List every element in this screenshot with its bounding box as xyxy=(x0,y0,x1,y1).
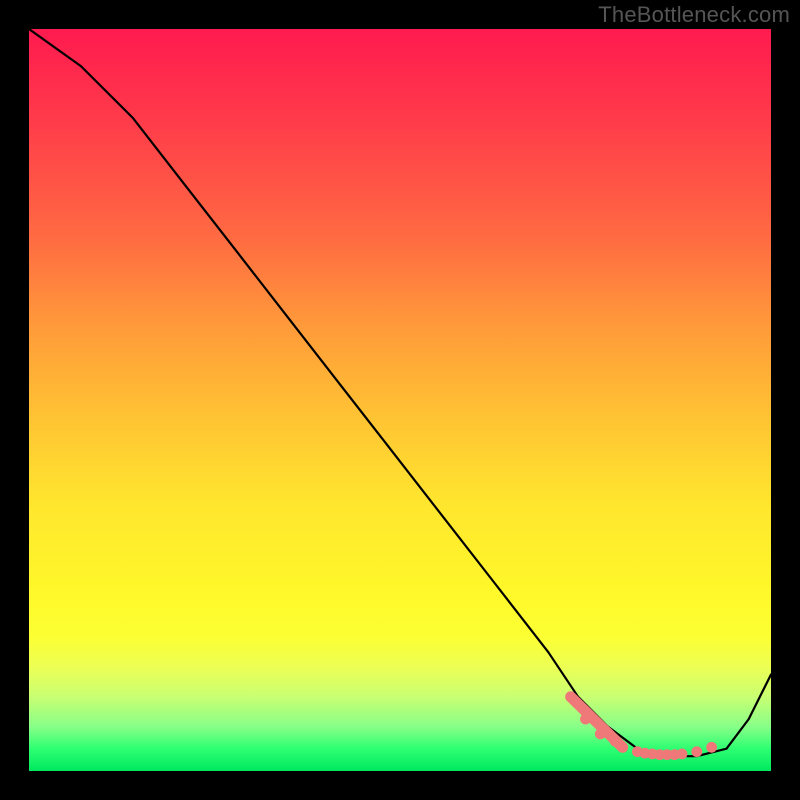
marker-dot xyxy=(691,746,702,757)
chart-frame: TheBottleneck.com xyxy=(0,0,800,800)
plot-area xyxy=(29,29,771,771)
bottleneck-curve xyxy=(29,29,771,756)
marker-run xyxy=(571,697,623,748)
marker-layer xyxy=(565,691,717,760)
marker-dot xyxy=(706,742,717,753)
plot-svg xyxy=(29,29,771,771)
attribution-label: TheBottleneck.com xyxy=(598,2,790,28)
marker-dot xyxy=(677,749,688,760)
